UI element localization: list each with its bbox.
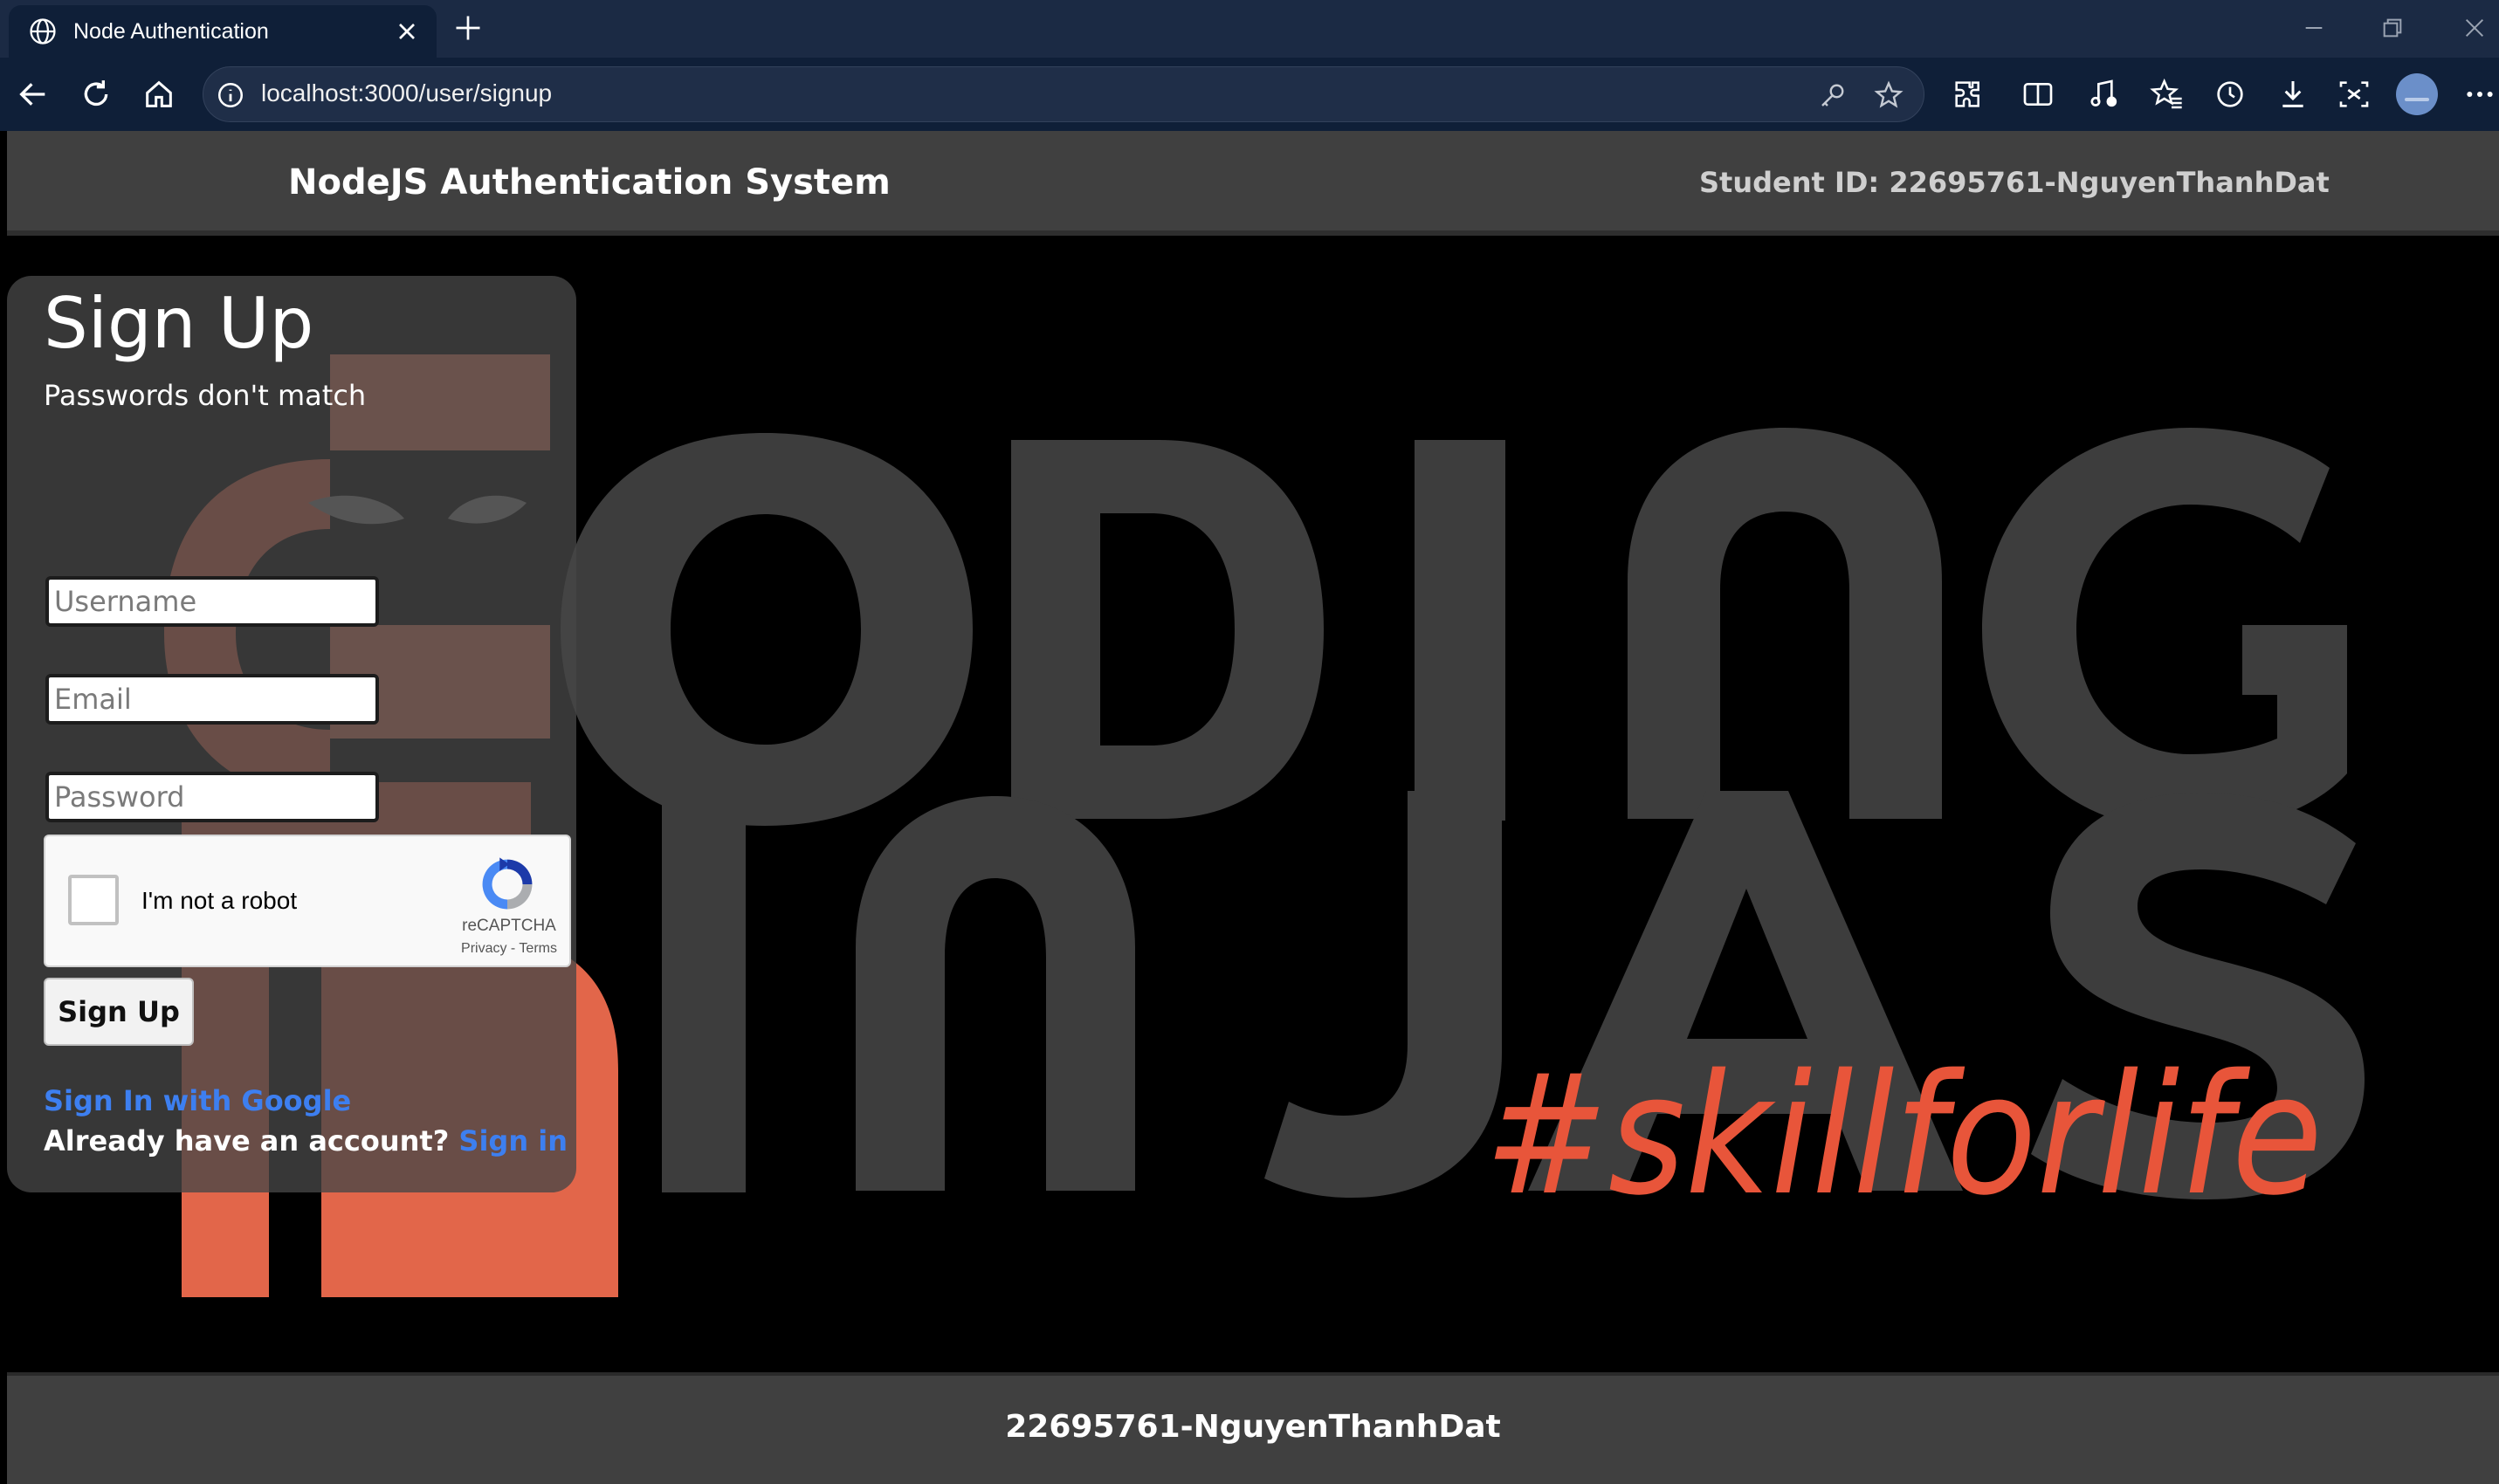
split-screen-icon[interactable]	[2021, 77, 2055, 112]
site-brand[interactable]: NodeJS Authentication System	[288, 162, 891, 203]
refresh-icon[interactable]	[79, 77, 114, 112]
browser-tab[interactable]: Node Authentication	[9, 5, 437, 58]
recaptcha-logo-icon	[482, 857, 533, 910]
recaptcha-legal-links[interactable]: Privacy - Terms	[449, 941, 569, 957]
letter-d	[1011, 440, 1324, 819]
flash-message: Passwords don't match	[44, 379, 367, 412]
letter-j	[1264, 791, 1502, 1198]
footer-text: 22695761-NguyenThanhDat	[1005, 1409, 1501, 1445]
already-account-text: Already have an account? Sign in	[44, 1124, 568, 1158]
new-tab-icon[interactable]	[452, 12, 484, 44]
signup-button[interactable]: Sign Up	[44, 978, 194, 1046]
letter-g	[1982, 428, 2347, 831]
username-input[interactable]	[45, 576, 379, 627]
recaptcha-checkbox[interactable]	[68, 875, 119, 925]
back-arrow-icon[interactable]	[16, 77, 51, 112]
signup-title: Sign Up	[44, 283, 314, 364]
media-icon[interactable]	[2087, 77, 2122, 112]
close-window-icon[interactable]	[2461, 14, 2489, 42]
letter-i	[1415, 440, 1505, 821]
restore-icon[interactable]	[2379, 14, 2406, 42]
globe-icon	[30, 18, 56, 45]
browser-tab-bar: Node Authentication	[0, 0, 2499, 58]
letter-i2	[662, 791, 746, 1192]
web-page: NodeJS Authentication System Student ID:…	[7, 131, 2499, 1484]
downloads-icon[interactable]	[2275, 77, 2310, 112]
close-tab-icon[interactable]	[393, 17, 421, 45]
screenshot-icon[interactable]	[2337, 77, 2372, 112]
already-account-label: Already have an account?	[44, 1124, 450, 1158]
letter-o	[561, 433, 973, 826]
hero-tagline: #skillforlife	[1484, 1039, 2323, 1232]
site-footer: 22695761-NguyenThanhDat	[7, 1372, 2499, 1484]
key-icon[interactable]	[1817, 79, 1848, 111]
recaptcha-widget: I'm not a robot reCAPTCHA Privacy - Term…	[44, 835, 571, 967]
info-icon[interactable]	[216, 80, 245, 110]
home-icon[interactable]	[141, 77, 176, 112]
extensions-icon[interactable]	[1951, 77, 1986, 112]
signup-card: Sign Up Passwords don't match I'm not a …	[7, 276, 576, 1192]
favorites-icon[interactable]	[2150, 77, 2185, 112]
password-input[interactable]	[45, 772, 379, 822]
recaptcha-label: I'm not a robot	[141, 887, 298, 914]
site-header: NodeJS Authentication System Student ID:…	[7, 131, 2499, 236]
hero-word-oding	[561, 428, 2347, 831]
google-signin-link[interactable]: Sign In with Google	[44, 1084, 351, 1117]
url-text: localhost:3000/user/signup	[261, 79, 553, 106]
minimize-icon[interactable]	[2300, 14, 2328, 42]
tab-title: Node Authentication	[73, 18, 269, 44]
recaptcha-brand: reCAPTCHA	[462, 917, 556, 935]
address-bar[interactable]: localhost:3000/user/signup	[203, 66, 1924, 122]
browser-toolbar: localhost:3000/user/signup	[0, 58, 2499, 131]
email-input[interactable]	[45, 674, 379, 725]
student-id: Student ID: 22695761-NguyenThanhDat	[1699, 166, 2330, 199]
profile-avatar[interactable]	[2396, 73, 2438, 115]
letter-reversed-n	[1628, 428, 1942, 819]
favorite-star-icon[interactable]	[1873, 79, 1904, 111]
letter-reversed-n2	[856, 796, 1135, 1191]
signin-link[interactable]: Sign in	[458, 1124, 568, 1158]
history-icon[interactable]	[2213, 77, 2248, 112]
more-menu-icon[interactable]	[2462, 77, 2497, 112]
